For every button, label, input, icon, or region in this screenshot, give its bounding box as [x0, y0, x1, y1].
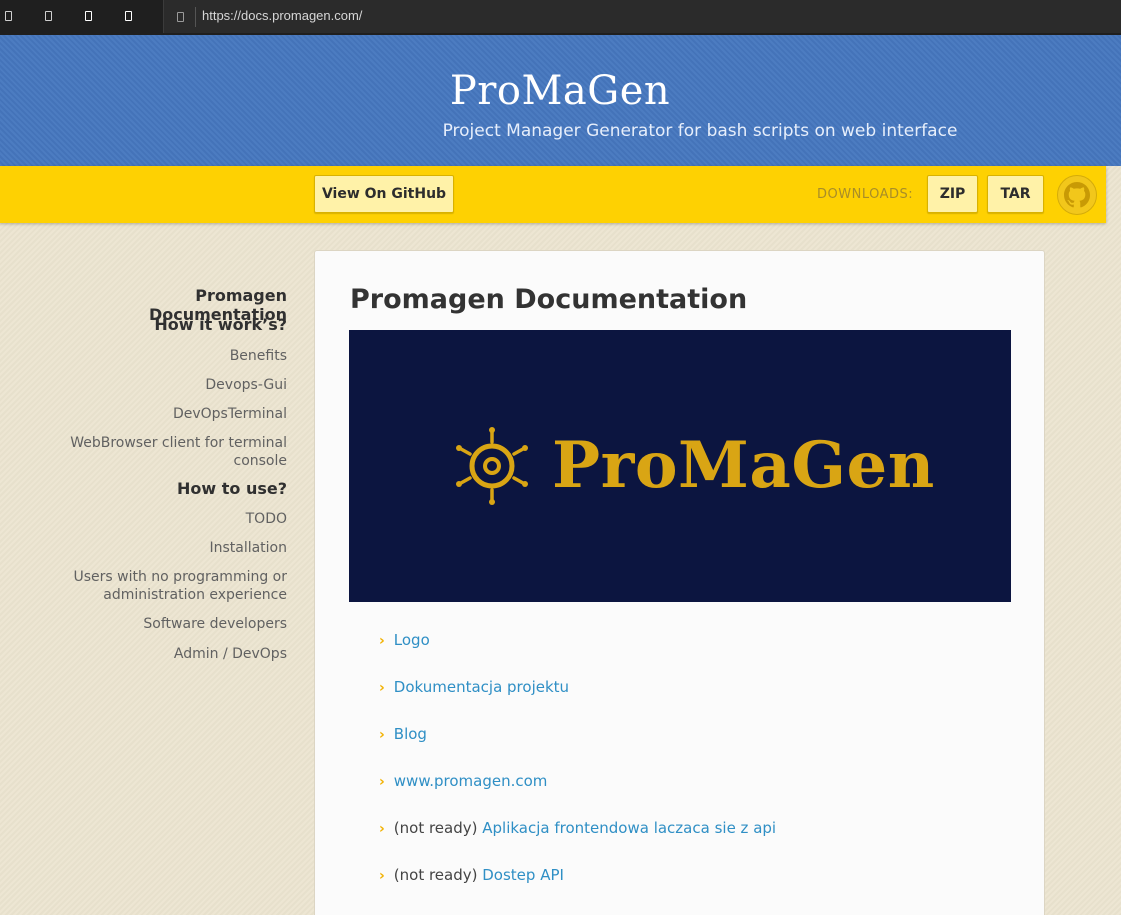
site-title: ProMaGen — [449, 68, 671, 114]
url-text[interactable]: https://docs.promagen.com/ — [202, 8, 362, 23]
link-api[interactable]: Dostep API — [482, 866, 564, 884]
toc-item[interactable]: WebBrowser client for terminal console — [60, 434, 287, 470]
address-divider — [195, 7, 196, 27]
octocat-icon — [1064, 182, 1090, 208]
chevron-right-icon: › — [379, 633, 385, 649]
chevron-right-icon: › — [379, 727, 385, 743]
toc-item[interactable]: Devops-Gui — [60, 376, 287, 394]
list-item: › Logo — [379, 631, 776, 678]
link-frontend-app[interactable]: Aplikacja frontendowa laczaca sie z api — [482, 819, 776, 837]
toc-item[interactable]: Installation — [60, 539, 287, 557]
ship-wheel-icon — [456, 427, 528, 505]
address-bar[interactable]: https://docs.promagen.com/ — [163, 0, 1121, 33]
toc-item[interactable]: How to use? — [60, 479, 287, 498]
tar-download-button[interactable]: TAR — [987, 175, 1044, 213]
link-blog[interactable]: Blog — [394, 725, 427, 743]
chevron-right-icon: › — [379, 774, 385, 790]
link-website[interactable]: www.promagen.com — [394, 772, 548, 790]
downloads-label: DOWNLOADS: — [817, 187, 914, 202]
site-header: ProMaGen Project Manager Generator for b… — [0, 35, 1121, 166]
logo-banner: ProMaGen — [349, 330, 1011, 602]
toc-item[interactable]: Users with no programming or administrat… — [60, 568, 287, 604]
chevron-right-icon: › — [379, 868, 385, 884]
link-prefix: (not ready) — [393, 819, 483, 837]
site-subtitle: Project Manager Generator for bash scrip… — [442, 121, 958, 141]
chevron-right-icon: › — [379, 680, 385, 696]
toc-item[interactable]: TODO — [60, 510, 287, 528]
download-ribbon: View On GitHub DOWNLOADS: ZIP TAR — [0, 166, 1106, 223]
toc-item[interactable]: Benefits — [60, 347, 287, 365]
window-icon[interactable] — [45, 11, 52, 21]
toc-item[interactable]: Software developers — [60, 615, 287, 633]
zip-download-button[interactable]: ZIP — [927, 175, 978, 213]
list-item: › Dokumentacja projektu — [379, 678, 776, 725]
toc-item[interactable]: DevOpsTerminal — [60, 405, 287, 423]
list-item: › www.promagen.com — [379, 772, 776, 819]
window-icon[interactable] — [85, 11, 92, 21]
link-list: › Logo › Dokumentacja projektu › Blog › www.… — [379, 631, 776, 913]
page-icon — [177, 12, 184, 22]
page-title: Promagen Documentation — [350, 284, 748, 315]
list-item: › (not ready) Aplikacja frontendowa lacza… — [379, 819, 776, 866]
banner-logo-text: ProMaGen — [552, 428, 935, 503]
chevron-right-icon: › — [379, 821, 385, 837]
list-item: › (not ready) Dostep API — [379, 866, 776, 913]
toc-item[interactable]: Admin / DevOps — [60, 645, 287, 663]
toc-item[interactable]: How it work’s? — [60, 315, 287, 334]
link-dokumentacja[interactable]: Dokumentacja projektu — [394, 678, 569, 696]
main-content: Promagen Documentation ProMaGen › Logo ›… — [314, 250, 1045, 915]
list-item: › Blog — [379, 725, 776, 772]
link-logo[interactable]: Logo — [394, 631, 430, 649]
window-icon[interactable] — [125, 11, 132, 21]
view-on-github-button[interactable]: View On GitHub — [314, 175, 454, 213]
link-prefix: (not ready) — [393, 866, 483, 884]
github-icon[interactable] — [1057, 175, 1097, 215]
browser-toolbar: https://docs.promagen.com/ — [0, 0, 1121, 35]
window-icon[interactable] — [5, 11, 12, 21]
